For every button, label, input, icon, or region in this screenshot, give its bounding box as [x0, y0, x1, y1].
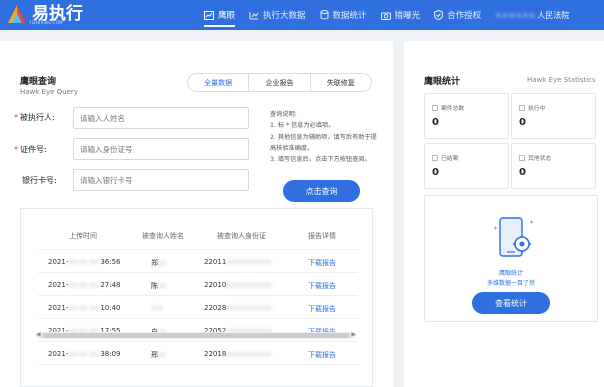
required-mark: * — [14, 145, 18, 154]
name-cell: 陈xx — [151, 282, 167, 290]
stat-card-label: 已结案 — [432, 153, 458, 162]
upload-time-cell: 2021-xx-xx xx:36:56 — [48, 258, 121, 266]
scrollbar-thumb[interactable] — [42, 333, 350, 338]
eye-icon — [204, 10, 214, 20]
nav-item-exposure[interactable]: 猎曝光 — [380, 0, 421, 30]
tab-contact-repair[interactable]: 失联修复 — [311, 74, 371, 91]
stat-card-label: 其他状态 — [519, 153, 551, 162]
query-type-tabs: 全量数据 企业报告 失联修复 — [187, 73, 372, 92]
view-statistics-button[interactable]: 查看统计 — [472, 292, 550, 314]
nav-item-label: 数据统计 — [332, 11, 367, 21]
phone-settings-icon — [494, 217, 533, 257]
upload-time-cell: 2021-xx-xx xx:27:48 — [48, 281, 121, 289]
nav-item-label: 鹰眼 — [218, 11, 236, 21]
submit-query-button[interactable]: 点击查询 — [283, 180, 360, 202]
name-cell: 邢xx — [151, 351, 167, 359]
table-row: 2021-xx-xx xx:27:48 陈xx 22010xxxxxxxxxxx… — [38, 273, 358, 296]
table-row: 2021-xx-xx xx:10:40 xxx 22028xxxxxxxxxxx… — [38, 296, 358, 319]
id-number-label: * 证件号: — [14, 145, 47, 154]
query-history-table: 上传时间 被查询人姓名 被查询人身份证 报告详情 2021-xx-xx xx:3… — [20, 208, 373, 387]
id-cell: 22010xxxxxxxxxxx — [204, 281, 272, 289]
notes-title: 查询说明: — [270, 111, 297, 118]
database-icon — [320, 10, 329, 20]
stat-card-value: 0 — [432, 117, 439, 128]
column-header-name: 被查询人姓名 — [142, 232, 184, 240]
court-name-redacted: ×××××× — [495, 10, 536, 20]
logo-mark-icon — [6, 3, 28, 25]
upload-time-cell: 2021-xx-xx xx:10:40 — [48, 304, 121, 312]
document-icon — [432, 154, 438, 161]
nav-item-statistics[interactable]: 数据统计 — [320, 0, 367, 30]
stat-card-other-status: 其他状态 0 — [511, 143, 596, 189]
id-cell: 22028xxxxxxxxxxx — [204, 304, 272, 312]
column-header-id: 被查询人身份证 — [217, 232, 266, 240]
table-horizontal-scrollbar[interactable]: ◀ ▶ — [36, 331, 356, 339]
upload-time-cell: 2021-xx-xx xx:38:09 — [48, 350, 121, 358]
download-report-link[interactable]: 下载报告 — [308, 350, 336, 360]
court-selector[interactable]: ×××××× 人民法院 — [495, 0, 569, 30]
note-item: 3. 填写信息后，点击下方按钮查阅。 — [270, 156, 371, 164]
query-instructions: 查询说明: 1. 标 * 信息为必填项。 2. 其他信息为辅助项，填写后有助于提… — [270, 109, 380, 165]
shield-check-icon — [434, 10, 444, 20]
bank-card-input[interactable] — [73, 169, 249, 191]
main-nav: 鹰眼 执行大数据 数据统计 猎曝光 合作授权 ×××××× 人民法院 — [204, 0, 569, 30]
nav-item-authorization[interactable]: 合作授权 — [434, 0, 481, 30]
stat-card-label: 执行中 — [519, 103, 545, 112]
id-cell: 22018xxxxxxxxxxx — [204, 350, 272, 358]
query-subtitle: Hawk Eye Query — [20, 88, 78, 96]
promo-description: 多维数据一目了然 — [486, 280, 535, 287]
stat-card-value: 0 — [432, 167, 439, 178]
nav-item-label: 猎曝光 — [394, 11, 421, 21]
court-name-suffix: 人民法院 — [537, 10, 570, 20]
table-row: 2021-xx-xx xx:36:56 郑xx 22011xxxxxxxxxxx… — [38, 250, 358, 273]
note-item: 1. 标 * 信息为必填项。 — [270, 122, 335, 130]
statistics-promo-card: 鹰眼统计 多维数据一目了然 查看统计 — [424, 195, 598, 322]
executed-person-label: * 被执行人: — [14, 113, 55, 122]
table-row: 2021-xx-xx xx:38:09 邢xx 22018xxxxxxxxxxx… — [38, 342, 358, 365]
download-report-link[interactable]: 下载报告 — [308, 281, 336, 291]
id-cell: 22011xxxxxxxxxxx — [204, 258, 272, 266]
name-cell: 郑xx — [151, 259, 167, 267]
stat-card-label: 案件总数 — [432, 103, 464, 112]
statistics-title: 鹰眼统计 — [424, 77, 461, 87]
logo-subtext: YIZHIXING.COM — [29, 20, 63, 25]
document-icon — [432, 104, 438, 111]
stat-card-value: 0 — [519, 167, 526, 178]
nav-item-big-data[interactable]: 执行大数据 — [249, 0, 306, 30]
bank-card-label: 银行卡号: — [22, 176, 57, 185]
nav-item-eagle-eye[interactable]: 鹰眼 — [204, 0, 236, 30]
nav-item-label: 合作授权 — [447, 11, 482, 21]
download-report-link[interactable]: 下载报告 — [308, 304, 336, 314]
document-icon — [519, 104, 525, 111]
chart-icon — [249, 11, 259, 19]
tab-full-data[interactable]: 全量数据 — [188, 74, 250, 91]
id-number-input[interactable] — [73, 138, 249, 160]
scroll-right-arrow-icon[interactable]: ▶ — [351, 331, 356, 338]
stat-card-value: 0 — [519, 117, 526, 128]
scroll-left-arrow-icon[interactable]: ◀ — [36, 331, 41, 338]
tab-enterprise-report[interactable]: 企业报告 — [249, 74, 311, 91]
note-item: 2. 其他信息为辅助项，填写后有助于提高核验准确度。 — [270, 133, 377, 152]
document-icon — [519, 154, 525, 161]
column-header-report: 报告详情 — [308, 232, 336, 240]
required-mark: * — [14, 113, 18, 122]
nav-item-label: 执行大数据 — [263, 11, 306, 21]
statistics-subtitle: Hawk Eye Statistics — [527, 76, 596, 84]
name-cell: xxx — [151, 304, 164, 312]
promo-title: 鹰眼统计 — [498, 270, 523, 277]
top-navigation-bar: 易执行 YIZHIXING.COM 鹰眼 执行大数据 数据统计 猎曝光 合作授权… — [0, 0, 604, 30]
stat-card-total-cases: 案件总数 0 — [424, 93, 509, 139]
column-header-upload-time: 上传时间 — [69, 232, 97, 240]
executed-person-input[interactable] — [73, 107, 249, 129]
stat-card-closed: 已结案 0 — [424, 143, 509, 189]
stat-card-in-execution: 执行中 0 — [511, 93, 596, 139]
camera-icon — [380, 12, 391, 20]
query-title: 鹰眼查询 — [20, 77, 57, 87]
statistics-panel: 鹰眼统计 Hawk Eye Statistics 案件总数 0 执行中 0 已结… — [404, 41, 604, 387]
download-report-link[interactable]: 下载报告 — [308, 258, 336, 268]
